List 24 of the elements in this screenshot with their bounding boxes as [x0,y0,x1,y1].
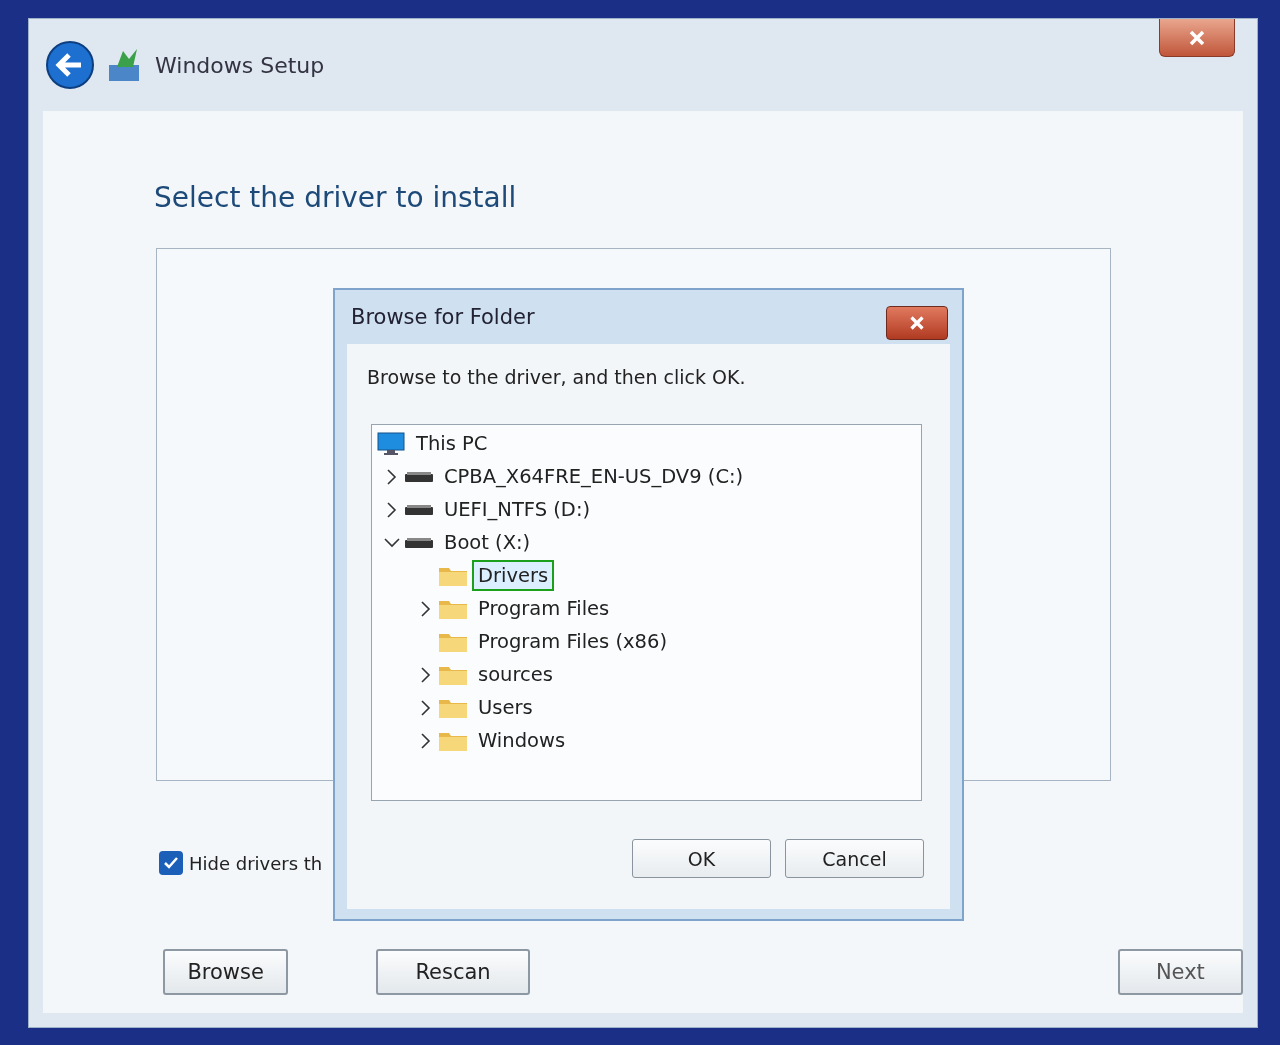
tree-item[interactable]: Boot (X:) [440,529,535,556]
cancel-button[interactable]: Cancel [785,839,924,878]
tree-item[interactable]: Users [474,694,537,721]
rescan-button[interactable]: Rescan [376,949,530,995]
ok-button[interactable]: OK [632,839,771,878]
tree-item[interactable]: UEFI_NTFS (D:) [440,496,595,523]
tree-item[interactable]: This PC [412,430,492,457]
instruction-text: Browse to the driver, and then click OK. [367,366,747,388]
page-heading: Select the driver to install [154,181,518,214]
tree-item[interactable]: CPBA_X64FRE_EN-US_DV9 (C:) [440,463,748,490]
next-button[interactable]: Next [1117,949,1243,995]
monitor-icon [376,431,406,456]
close-button[interactable] [1159,19,1235,57]
tree-item[interactable]: Windows [474,727,570,754]
checkbox[interactable] [159,851,183,875]
tree-item[interactable]: Drivers [474,562,553,589]
checkbox-label: Hide drivers th [189,852,323,874]
tree-item[interactable]: Program Files (x86) [474,628,672,655]
tree-item[interactable]: sources [474,661,557,688]
browse-button[interactable]: Browse [163,949,289,995]
close-button[interactable] [886,306,948,340]
window-title: Windows Setup [155,52,325,78]
dialog-title: Browse for Folder [351,305,535,329]
tree-item[interactable]: Program Files [474,595,614,622]
